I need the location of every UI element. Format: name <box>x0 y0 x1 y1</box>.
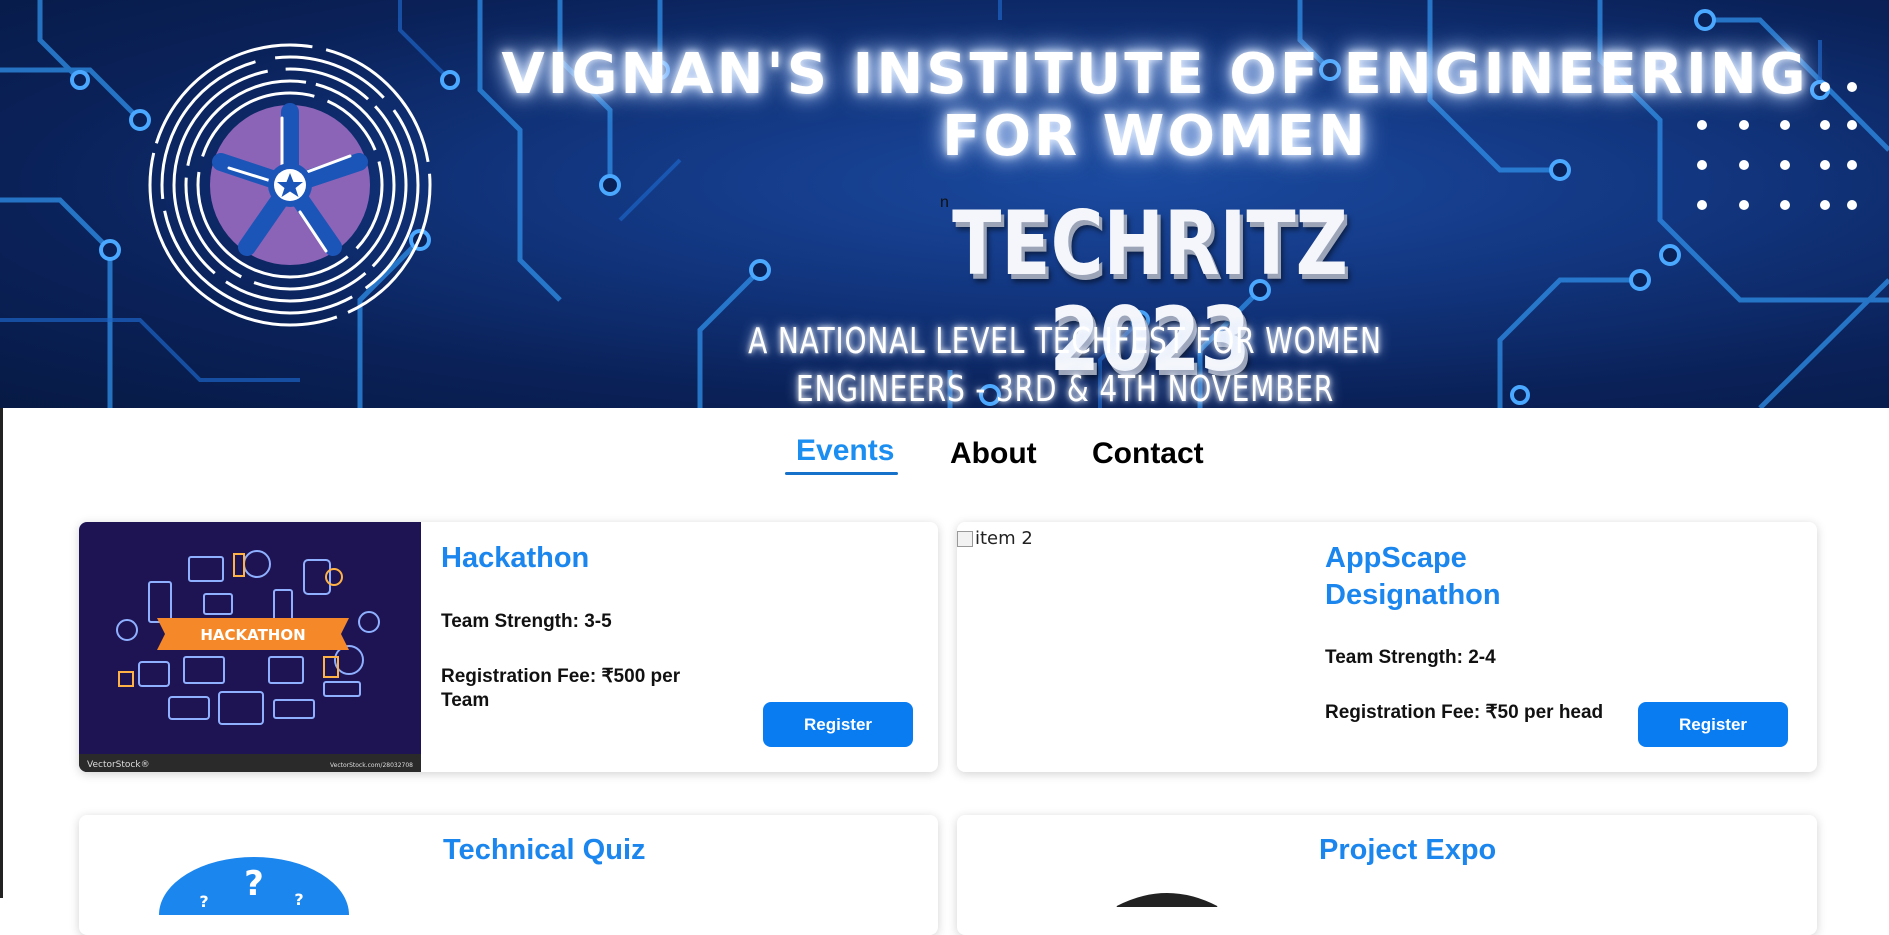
decorative-dots <box>1697 82 1857 210</box>
event-card-technical-quiz: ? ? ? Technical Quiz <box>79 815 938 935</box>
fest-subtitle: A NATIONAL LEVEL TECHFEST FOR WOMEN ENGI… <box>748 321 1382 408</box>
nav-item-contact[interactable]: Contact <box>1092 437 1204 471</box>
event-title: AppScape Designathon <box>1325 542 1501 611</box>
event-fee: Registration Fee: ₹500 per Team <box>441 666 681 711</box>
hackathon-image: HACKATHON VectorStock® VectorStock.com/2… <box>79 522 421 772</box>
svg-text:VectorStock.com/28032708: VectorStock.com/28032708 <box>330 762 413 769</box>
techritz-logo-icon <box>148 43 432 327</box>
register-button[interactable]: Register <box>1638 702 1788 747</box>
nav-active-underline <box>785 472 898 475</box>
event-title: Hackathon <box>441 542 590 574</box>
main-nav: Events About Contact <box>0 408 1889 488</box>
svg-text:?: ? <box>294 890 303 909</box>
project-expo-image <box>1116 893 1218 907</box>
svg-text:VectorStock®: VectorStock® <box>87 760 150 770</box>
event-title: Project Expo <box>1319 834 1497 866</box>
image-alt-text: item 2 <box>975 528 1033 549</box>
broken-image: item 2 <box>957 528 1033 549</box>
register-button[interactable]: Register <box>763 702 913 747</box>
header-banner: VIGNAN'S INSTITUTE OF ENGINEERING FOR WO… <box>0 0 1889 408</box>
nav-item-events[interactable]: Events <box>796 434 894 468</box>
event-card-hackathon: HACKATHON VectorStock® VectorStock.com/2… <box>79 522 938 772</box>
svg-text:HACKATHON: HACKATHON <box>200 626 305 644</box>
event-team-strength: Team Strength: 3-5 <box>441 611 612 632</box>
event-title: Technical Quiz <box>443 834 646 866</box>
broken-image-icon <box>957 530 973 547</box>
event-fee: Registration Fee: ₹50 per head <box>1325 702 1604 723</box>
quiz-image: ? ? ? <box>159 857 349 915</box>
event-card-project-expo: Project Expo <box>957 815 1817 935</box>
svg-text:?: ? <box>244 864 264 904</box>
nav-item-about[interactable]: About <box>950 437 1037 471</box>
event-team-strength: Team Strength: 2-4 <box>1325 647 1496 668</box>
event-card-appscape: item 2 AppScape Designathon Team Strengt… <box>957 522 1817 772</box>
institute-title: VIGNAN'S INSTITUTE OF ENGINEERING FOR WO… <box>501 42 1809 169</box>
svg-text:?: ? <box>199 892 208 911</box>
